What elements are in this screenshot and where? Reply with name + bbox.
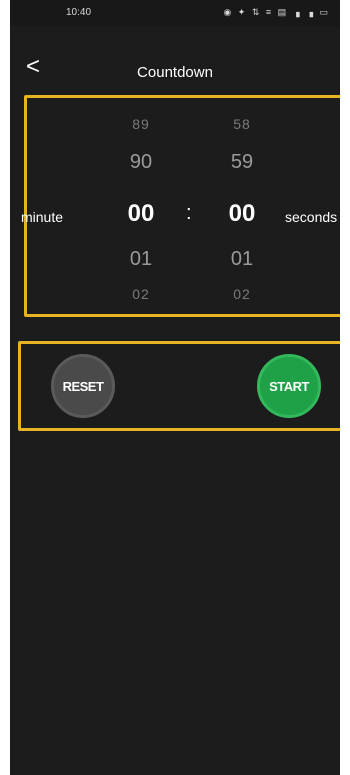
seconds-option[interactable]: 59 [212, 151, 272, 174]
minutes-option[interactable]: 02 [111, 286, 171, 302]
time-picker[interactable]: minute 89 90 00 01 02 : 58 59 00 01 02 s… [21, 95, 340, 317]
seconds-option[interactable]: 58 [212, 116, 272, 132]
app-screen: 10:40 ◉ ✦ ⇅ ≡ ▤ ▗ ▗ ▭ < Countdown minute… [10, 0, 340, 775]
minutes-option[interactable]: 89 [111, 116, 171, 132]
minutes-option[interactable]: 01 [111, 248, 171, 271]
seconds-label: seconds [285, 209, 338, 225]
seconds-wheel[interactable]: 58 59 00 01 02 [212, 98, 272, 314]
minutes-wheel[interactable]: 89 90 00 01 02 [111, 98, 171, 314]
minutes-selected[interactable]: 00 [111, 200, 171, 228]
control-buttons: RESET START [18, 341, 340, 431]
status-icons: ◉ ✦ ⇅ ≡ ▤ ▗ ▗ ▭ [223, 7, 330, 17]
seconds-option[interactable]: 02 [212, 286, 272, 302]
minutes-option[interactable]: 90 [111, 151, 171, 174]
minute-label: minute [21, 209, 64, 225]
seconds-option[interactable]: 01 [212, 248, 272, 271]
status-time: 10:40 [66, 7, 92, 18]
time-separator: : [186, 202, 192, 224]
start-button[interactable]: START [257, 354, 321, 418]
reset-button[interactable]: RESET [51, 354, 115, 418]
header: < Countdown [10, 52, 340, 86]
status-bar: 10:40 ◉ ✦ ⇅ ≡ ▤ ▗ ▗ ▭ [10, 0, 340, 26]
seconds-selected[interactable]: 00 [212, 200, 272, 228]
page-title: Countdown [137, 64, 213, 81]
